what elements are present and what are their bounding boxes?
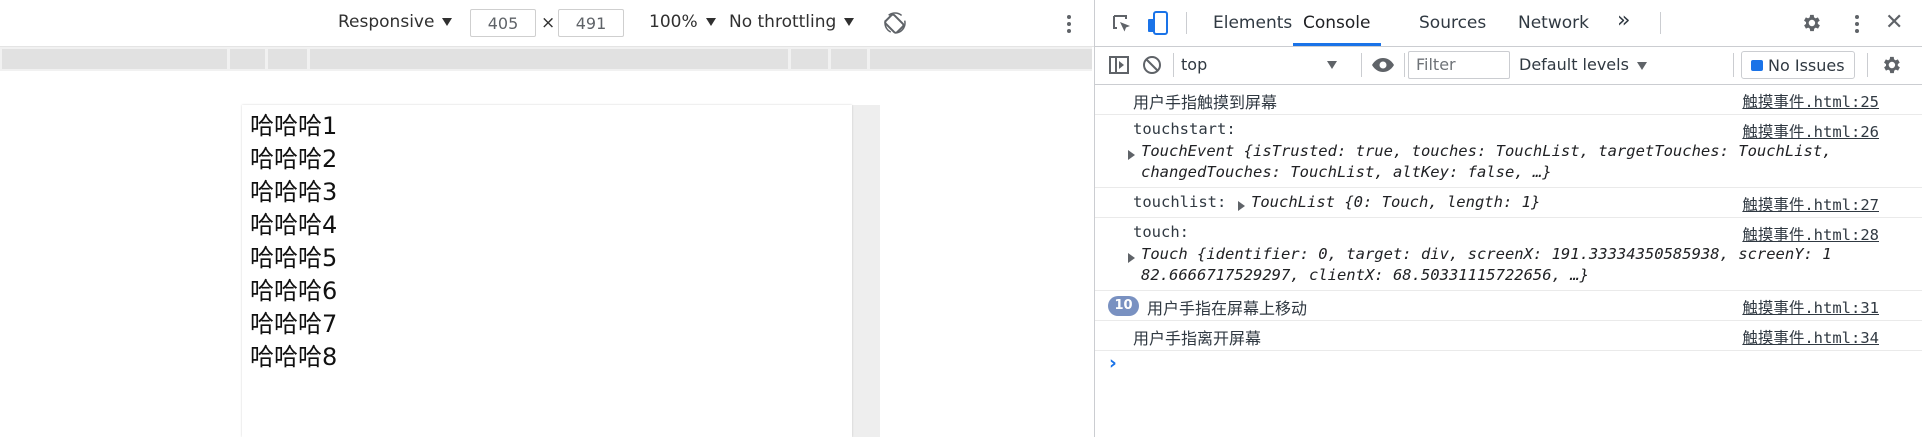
- device-toolbar: Responsive 405 × 491 100% No throttling: [0, 0, 1094, 47]
- media-query-segment[interactable]: [310, 49, 788, 69]
- page-text-line: 哈哈哈4: [250, 211, 338, 239]
- devtools-panel: Elements Console Sources Network » ✕ top…: [1095, 0, 1922, 437]
- message-text: 用户手指触摸到屏幕: [1133, 93, 1278, 112]
- toolbar-divider: [1404, 53, 1405, 77]
- repeat-count-badge: 10: [1108, 296, 1139, 316]
- chevron-down-icon: [1327, 61, 1337, 69]
- media-query-segment[interactable]: [268, 49, 307, 69]
- dimension-separator: ×: [541, 13, 556, 33]
- object-preview[interactable]: TouchEvent {isTrusted: true, touches: To…: [1141, 142, 1832, 160]
- toolbar-divider: [1867, 53, 1868, 77]
- customize-menu-icon[interactable]: [1855, 12, 1859, 36]
- inspect-element-icon[interactable]: [1110, 12, 1134, 36]
- tab-elements[interactable]: Elements: [1213, 0, 1292, 46]
- close-icon[interactable]: ✕: [1885, 11, 1903, 35]
- page-text-line: 哈哈哈7: [250, 310, 338, 338]
- toolbar-divider: [1173, 53, 1174, 77]
- device-frame-shadow: [852, 105, 880, 437]
- media-query-segment[interactable]: [2, 49, 227, 69]
- expand-triangle-icon[interactable]: [1128, 150, 1135, 160]
- console-settings-icon[interactable]: [1880, 54, 1902, 76]
- expand-triangle-icon[interactable]: [1128, 253, 1135, 263]
- device-select[interactable]: Responsive: [338, 12, 453, 32]
- throttling-select[interactable]: No throttling: [729, 12, 855, 32]
- context-label: top: [1181, 55, 1208, 74]
- issues-button[interactable]: No Issues: [1741, 51, 1855, 79]
- devtools-tabbar: Elements Console Sources Network » ✕: [1095, 0, 1922, 47]
- zoom-label: 100%: [649, 12, 698, 32]
- device-label: Responsive: [338, 12, 435, 32]
- settings-icon[interactable]: [1800, 12, 1822, 34]
- source-link[interactable]: 触摸事件.html:26: [1742, 120, 1879, 142]
- media-query-bar: [0, 47, 1092, 71]
- console-message: touchstart: 触摸事件.html:26 TouchEvent {isT…: [1095, 115, 1922, 188]
- console-toolbar: top Filter Default levels No Issues: [1095, 47, 1922, 85]
- chevron-down-icon: [705, 18, 716, 26]
- more-options-icon[interactable]: [1067, 12, 1071, 36]
- console-prompt-icon: ›: [1109, 352, 1117, 374]
- page-text-line: 哈哈哈5: [250, 244, 338, 272]
- chevron-down-icon: [442, 18, 453, 26]
- filter-input[interactable]: Filter: [1408, 51, 1510, 79]
- chevron-down-icon: [844, 18, 855, 26]
- width-input[interactable]: 405: [470, 9, 536, 37]
- expand-triangle-icon[interactable]: [1238, 201, 1245, 211]
- height-input[interactable]: 491: [558, 9, 624, 37]
- log-levels-select[interactable]: Default levels: [1519, 55, 1647, 74]
- console-message: 10 用户手指在屏幕上移动 触摸事件.html:31: [1095, 291, 1922, 321]
- object-preview[interactable]: TouchList {0: Touch, length: 1}: [1251, 193, 1540, 211]
- object-preview-continued: changedTouches: TouchList, altKey: false…: [1141, 163, 1552, 181]
- console-message: touchlist: TouchList {0: Touch, length: …: [1095, 188, 1922, 218]
- page-content: 哈哈哈1 哈哈哈2 哈哈哈3 哈哈哈4 哈哈哈5 哈哈哈6 哈哈哈7 哈哈哈8: [242, 105, 852, 374]
- media-query-segment[interactable]: [831, 49, 867, 69]
- device-screen[interactable]: 哈哈哈1 哈哈哈2 哈哈哈3 哈哈哈4 哈哈哈5 哈哈哈6 哈哈哈7 哈哈哈8: [242, 105, 852, 437]
- source-link[interactable]: 触摸事件.html:25: [1742, 90, 1879, 112]
- page-text-line: 哈哈哈3: [250, 178, 338, 206]
- toolbar-divider: [1733, 53, 1734, 77]
- tab-sources[interactable]: Sources: [1419, 0, 1486, 46]
- log-levels-label: Default levels: [1519, 55, 1629, 74]
- toolbar-divider: [1186, 12, 1187, 34]
- object-preview-continued: 82.6666717529297, clientX: 68.5033111572…: [1141, 266, 1589, 284]
- toolbar-divider: [1660, 12, 1661, 34]
- issues-label: No Issues: [1768, 55, 1845, 75]
- message-text: touchlist:: [1133, 193, 1227, 211]
- tab-network[interactable]: Network: [1518, 0, 1589, 46]
- media-query-segment[interactable]: [230, 49, 265, 69]
- source-link[interactable]: 触摸事件.html:34: [1742, 326, 1879, 348]
- page-text-line: 哈哈哈2: [250, 145, 338, 173]
- more-tabs-icon[interactable]: »: [1617, 0, 1630, 44]
- console-input[interactable]: ›: [1109, 352, 1909, 382]
- source-link[interactable]: 触摸事件.html:27: [1742, 193, 1879, 215]
- console-message: touch: 触摸事件.html:28 Touch {identifier: 0…: [1095, 218, 1922, 291]
- message-text: touch:: [1133, 223, 1189, 241]
- clear-console-icon[interactable]: [1141, 54, 1163, 76]
- chevron-down-icon: [1636, 61, 1647, 70]
- media-query-segment[interactable]: [791, 49, 828, 69]
- page-text-line: 哈哈哈6: [250, 277, 338, 305]
- tab-console[interactable]: Console: [1293, 0, 1381, 46]
- message-text: 用户手指在屏幕上移动: [1147, 299, 1308, 318]
- message-icon: [1751, 59, 1763, 71]
- media-query-segment[interactable]: [870, 49, 1092, 69]
- sidebar-toggle-icon[interactable]: [1108, 54, 1130, 76]
- message-text: 用户手指离开屏幕: [1133, 329, 1262, 348]
- page-text-line: 哈哈哈1: [250, 112, 338, 140]
- zoom-select[interactable]: 100%: [649, 12, 716, 32]
- page-text-line: 哈哈哈8: [250, 343, 338, 371]
- context-select[interactable]: top: [1181, 51, 1353, 79]
- rotate-icon[interactable]: [883, 11, 907, 35]
- device-emulation-pane: Responsive 405 × 491 100% No throttling …: [0, 0, 1094, 437]
- console-message: 用户手指触摸到屏幕 触摸事件.html:25: [1095, 85, 1922, 115]
- live-expression-eye-icon[interactable]: [1371, 54, 1395, 76]
- console-message: 用户手指离开屏幕 触摸事件.html:34: [1095, 321, 1922, 351]
- object-preview[interactable]: Touch {identifier: 0, target: div, scree…: [1141, 245, 1832, 263]
- message-text: touchstart:: [1133, 120, 1236, 138]
- throttling-label: No throttling: [729, 12, 837, 32]
- device-toggle-icon[interactable]: [1147, 11, 1171, 37]
- source-link[interactable]: 触摸事件.html:31: [1742, 296, 1879, 318]
- toolbar-divider: [1361, 53, 1362, 77]
- source-link[interactable]: 触摸事件.html:28: [1742, 223, 1879, 245]
